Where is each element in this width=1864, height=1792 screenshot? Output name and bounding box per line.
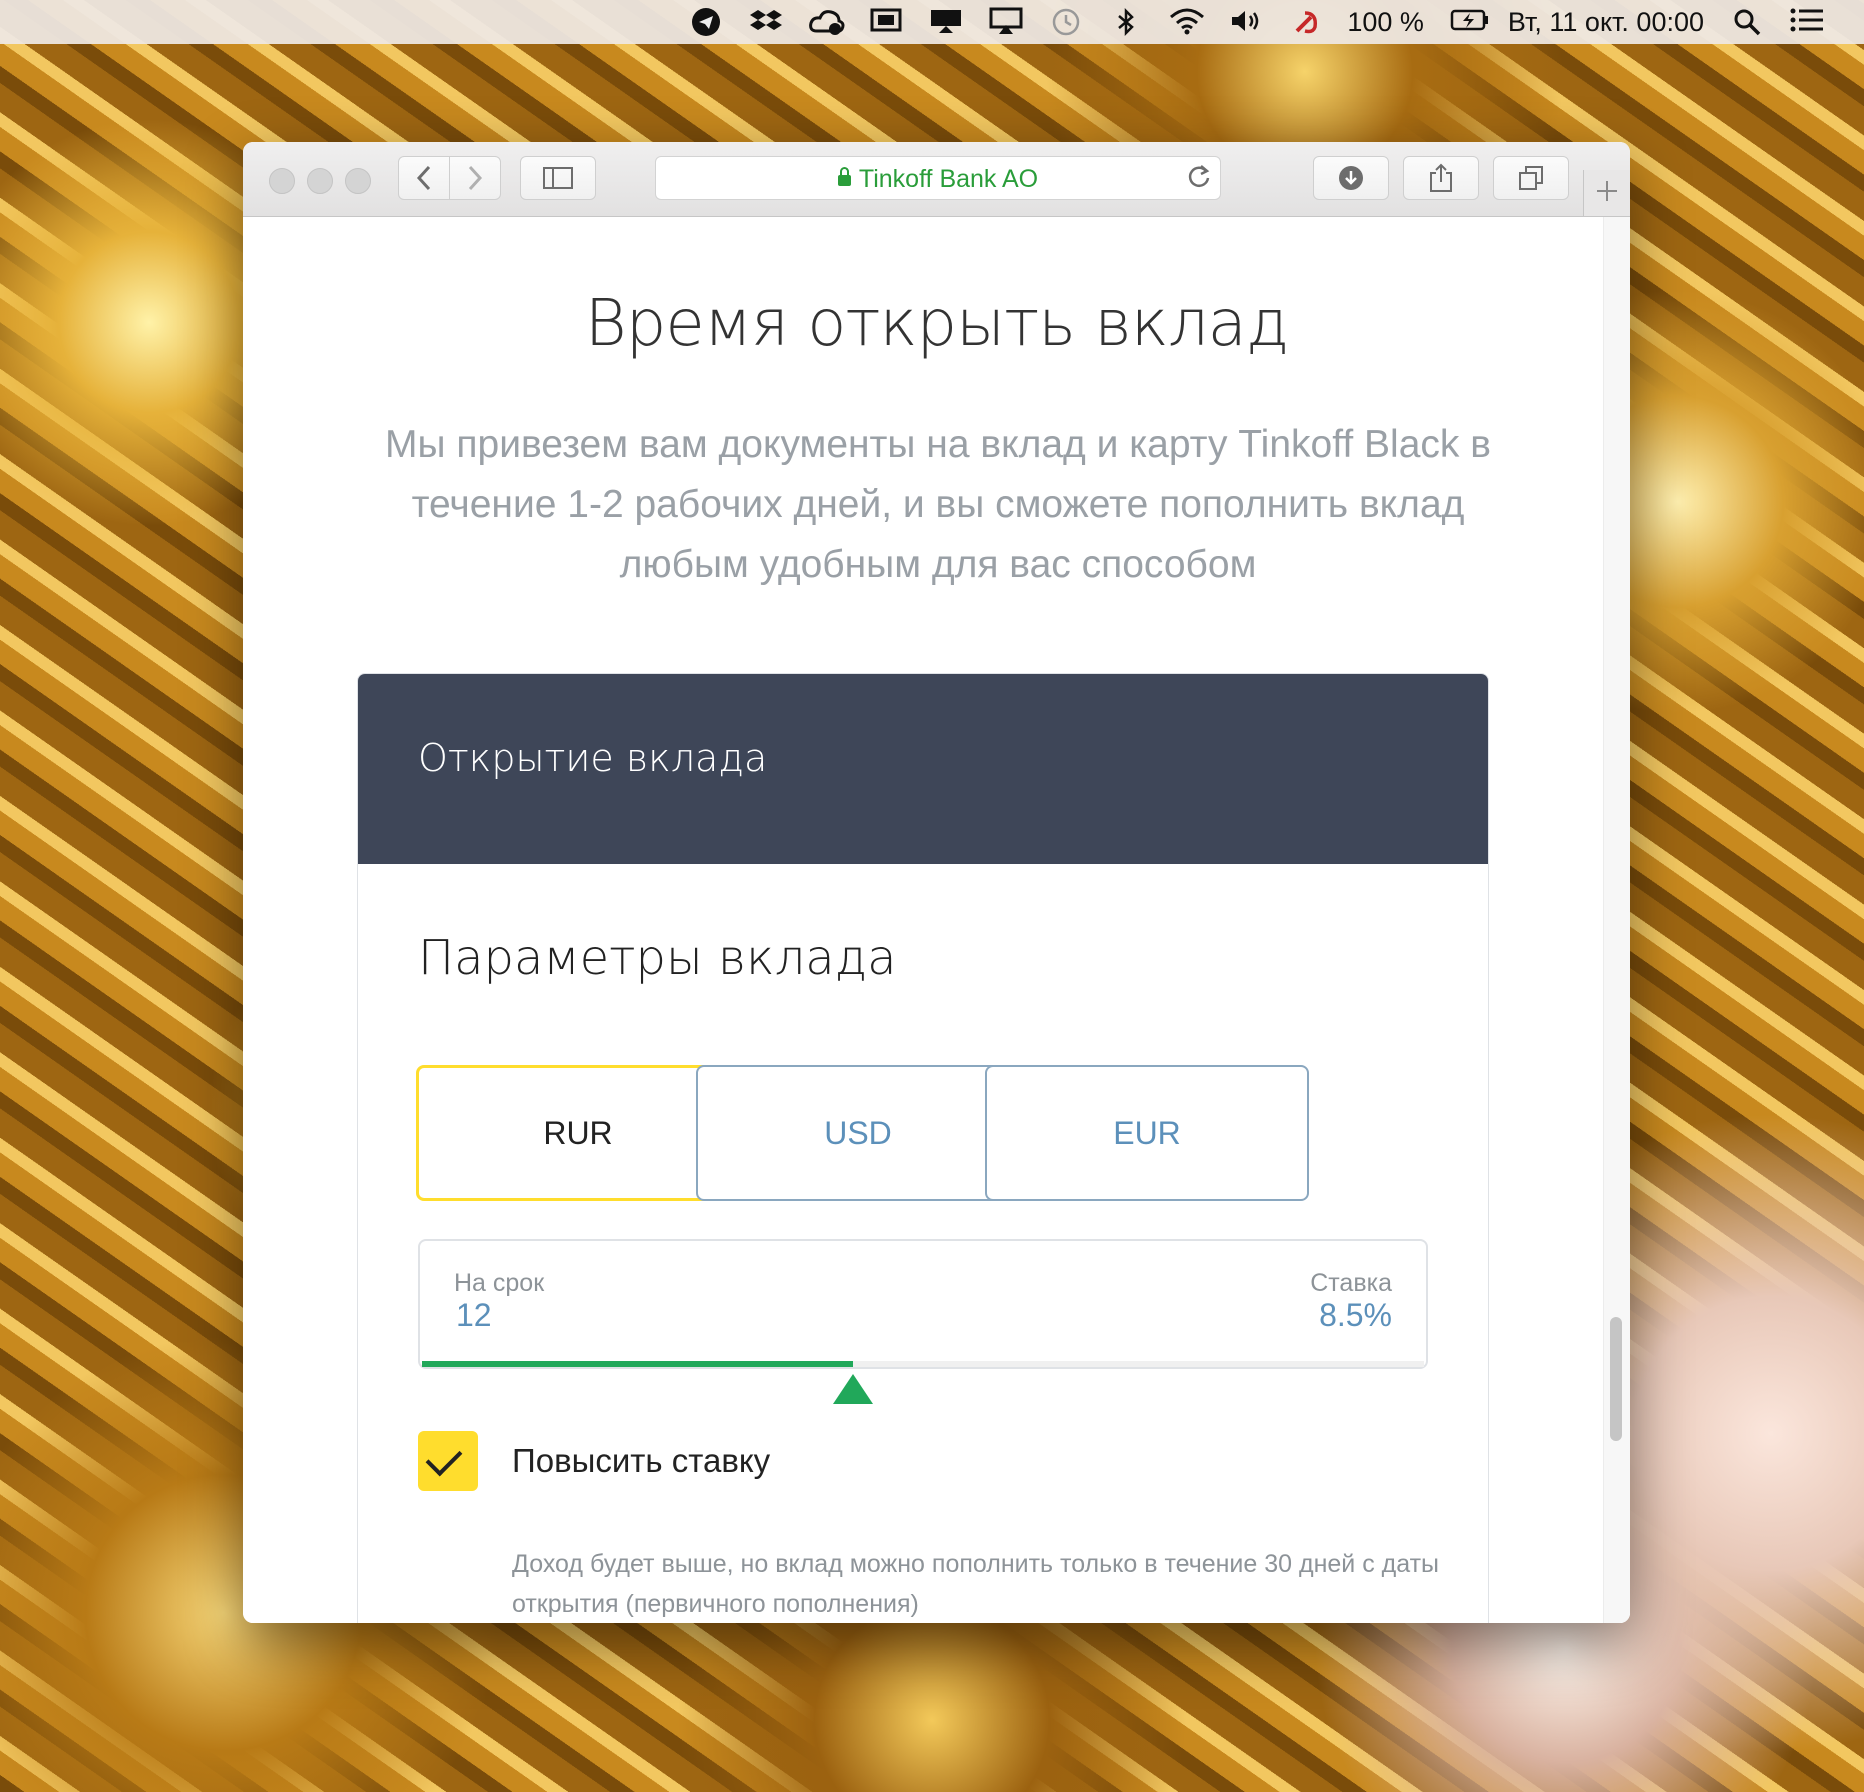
bluetooth-icon[interactable] bbox=[1109, 7, 1143, 37]
tab-overview-button[interactable] bbox=[1493, 156, 1569, 200]
wifi-icon[interactable] bbox=[1169, 7, 1205, 37]
browser-window: Tinkoff Bank AO Время открыть вклад Мы п… bbox=[243, 142, 1630, 1623]
close-window-button[interactable] bbox=[269, 168, 295, 194]
minimize-window-button[interactable] bbox=[307, 168, 333, 194]
address-label: Tinkoff Bank AO bbox=[858, 165, 1039, 193]
currency-option-eur[interactable]: EUR bbox=[985, 1065, 1309, 1201]
battery-percent[interactable]: 100 % bbox=[1347, 7, 1424, 38]
slider-track[interactable] bbox=[422, 1361, 1424, 1367]
menu-bar: 100 % Вт, 11 окт. 00:00 bbox=[0, 0, 1864, 44]
currency-label: RUR bbox=[543, 1114, 613, 1151]
screen-icon[interactable] bbox=[869, 7, 903, 37]
increase-rate-note: Доход будет выше, но вклад можно пополни… bbox=[512, 1550, 1440, 1618]
time-machine-icon[interactable] bbox=[1049, 7, 1083, 37]
rate-label: Ставка bbox=[1310, 1269, 1392, 1297]
spotlight-search-icon[interactable] bbox=[1730, 7, 1764, 37]
reload-icon[interactable] bbox=[1186, 161, 1212, 199]
term-value: 12 bbox=[456, 1297, 492, 1333]
forward-button[interactable] bbox=[449, 156, 501, 200]
chevron-left-icon bbox=[416, 165, 431, 191]
battery-icon[interactable] bbox=[1450, 7, 1488, 37]
slider-handle[interactable] bbox=[832, 1374, 873, 1404]
page-content: Время открыть вклад Мы привезем вам доку… bbox=[243, 217, 1630, 1623]
chevron-right-icon bbox=[468, 165, 483, 191]
currency-option-rur[interactable]: RUR bbox=[416, 1065, 740, 1201]
downloads-button[interactable] bbox=[1313, 156, 1389, 200]
dropbox-icon[interactable] bbox=[749, 7, 783, 37]
volume-icon[interactable] bbox=[1229, 7, 1263, 37]
slider-fill bbox=[422, 1361, 853, 1367]
currency-label: USD bbox=[824, 1114, 892, 1151]
term-label: На срок bbox=[454, 1269, 545, 1297]
plus-icon bbox=[1597, 181, 1617, 201]
download-icon bbox=[1339, 166, 1363, 190]
tabs-icon bbox=[1519, 166, 1543, 190]
increase-rate-label[interactable]: Повысить ставку bbox=[512, 1442, 770, 1480]
browser-toolbar: Tinkoff Bank AO bbox=[243, 142, 1630, 217]
section-title: Параметры вклада bbox=[418, 930, 897, 986]
lock-icon bbox=[837, 167, 851, 186]
menubar-clock[interactable]: Вт, 11 окт. 00:00 bbox=[1508, 7, 1704, 38]
zoom-window-button[interactable] bbox=[345, 168, 371, 194]
increase-rate-checkbox[interactable] bbox=[418, 1431, 478, 1491]
share-button[interactable] bbox=[1403, 156, 1479, 200]
sidebar-button[interactable] bbox=[520, 156, 596, 200]
page-title: Время открыть вклад bbox=[584, 287, 1289, 361]
new-tab-button[interactable] bbox=[1583, 170, 1630, 216]
rate-value: 8.5% bbox=[1319, 1297, 1392, 1333]
card-header: Открытие вклада bbox=[358, 674, 1488, 864]
check-icon bbox=[425, 1439, 463, 1477]
airplay-icon[interactable] bbox=[989, 7, 1023, 37]
address-bar[interactable]: Tinkoff Bank AO bbox=[655, 156, 1221, 200]
page-subtitle: Мы привезем вам документы на вклад и кар… bbox=[385, 423, 1491, 586]
back-button[interactable] bbox=[398, 156, 450, 200]
deposit-card: Открытие вклада Параметры вклада RUR USD… bbox=[357, 673, 1489, 1623]
scrollbar-thumb[interactable] bbox=[1610, 1317, 1622, 1441]
card-header-title: Открытие вклада bbox=[418, 736, 768, 780]
currency-label: EUR bbox=[1113, 1114, 1181, 1151]
currency-option-usd[interactable]: USD bbox=[696, 1065, 1020, 1201]
display-icon[interactable] bbox=[929, 7, 963, 37]
notification-center-icon[interactable] bbox=[1790, 7, 1824, 37]
share-icon bbox=[1430, 163, 1452, 192]
hammer-sickle-icon[interactable] bbox=[1289, 7, 1323, 37]
creative-cloud-icon[interactable] bbox=[809, 7, 845, 37]
telegram-icon[interactable] bbox=[689, 7, 723, 37]
sidebar-icon bbox=[543, 167, 573, 189]
term-slider[interactable]: На срок 12 Ставка 8.5% bbox=[418, 1239, 1428, 1369]
